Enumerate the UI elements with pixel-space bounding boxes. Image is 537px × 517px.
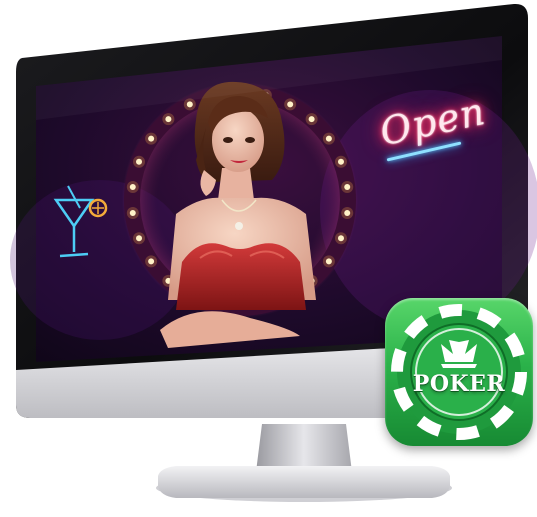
marquee-bulb <box>186 101 193 108</box>
marquee-bulb <box>325 135 332 142</box>
marquee-bulb <box>129 183 136 190</box>
monitor-base <box>158 466 450 498</box>
marquee-bulb <box>325 258 332 265</box>
marquee-bulb <box>337 235 344 242</box>
poker-app-icon[interactable]: POKER <box>385 298 533 446</box>
poker-app-label: POKER <box>412 371 506 397</box>
marquee-bulb <box>148 135 155 142</box>
marquee-bulb <box>136 235 143 242</box>
marquee-bulb <box>165 116 172 123</box>
marquee-bulb <box>129 210 136 217</box>
marquee-bulb <box>148 258 155 265</box>
marquee-bulb <box>344 210 351 217</box>
marquee-bulb <box>308 116 315 123</box>
monitor-stand <box>256 424 352 472</box>
marquee-bulb <box>337 158 344 165</box>
marquee-bulb <box>344 183 351 190</box>
hero-stage: Open POKER <box>0 0 537 517</box>
marquee-bulb <box>136 158 143 165</box>
marquee-bulb <box>287 101 294 108</box>
